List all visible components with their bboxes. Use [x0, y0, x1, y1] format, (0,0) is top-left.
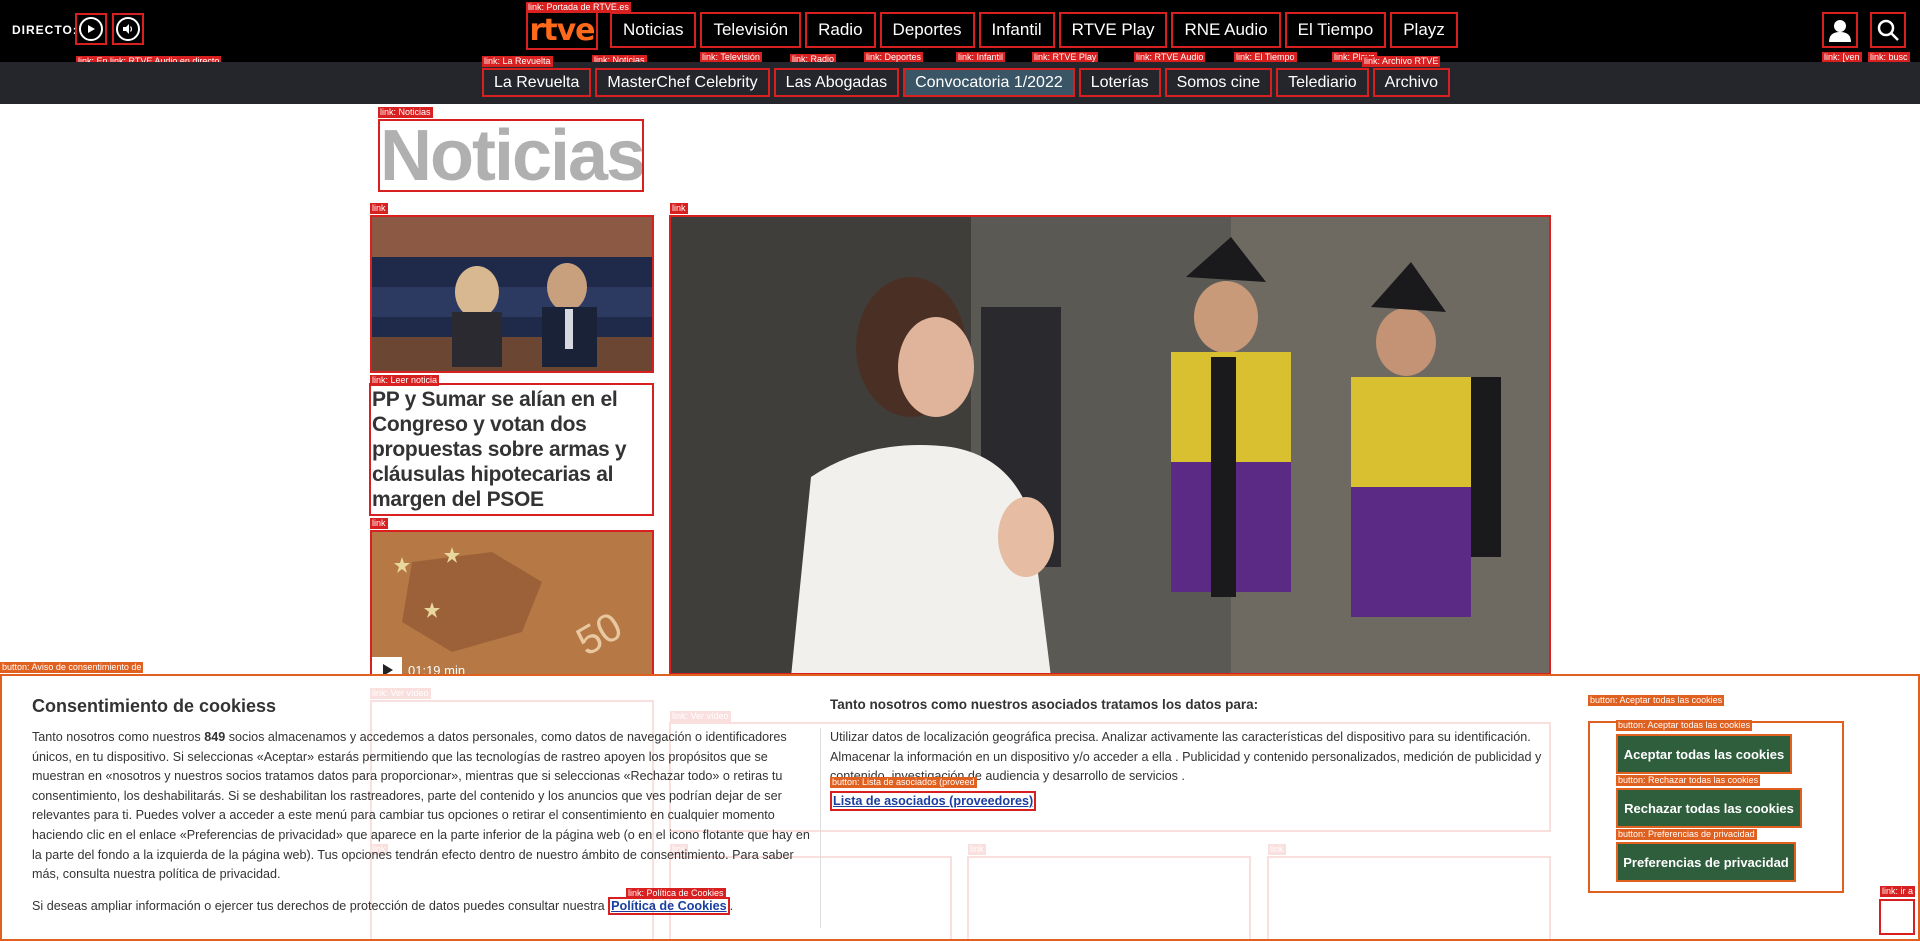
- cookie-policy-link[interactable]: Política de Cookies: [608, 897, 730, 915]
- rtve-logo[interactable]: rtve: [526, 10, 598, 50]
- subnav-item-masterchef[interactable]: MasterChef Celebrity: [595, 68, 770, 97]
- vendors-list-button[interactable]: Lista de asociados (proveedores): [830, 791, 1037, 811]
- cookie-purpose-text: Utilizar datos de localización geográfic…: [830, 730, 1542, 784]
- card1-image[interactable]: [370, 215, 654, 373]
- card2-image[interactable]: 50: [370, 530, 654, 676]
- cookie-intro-after: socios almacenamos y accedemos a datos p…: [32, 730, 810, 882]
- card1-tag: link: [370, 203, 388, 214]
- parliament-photo: [372, 217, 652, 371]
- subnav-item-telediario[interactable]: Telediario: [1276, 68, 1369, 97]
- hero-tag: link: [670, 203, 688, 214]
- user-button[interactable]: [1822, 12, 1858, 48]
- cookie-title: Consentimiento de cookiess: [32, 696, 277, 716]
- nav-item-rne-audio[interactable]: RNE Audio: [1171, 12, 1281, 48]
- hero-image[interactable]: [669, 215, 1551, 675]
- section-tag: link: Noticias: [378, 107, 433, 118]
- privacy-preferences-button[interactable]: Preferencias de privacidad: [1616, 842, 1796, 882]
- subnav-item-convocatoria[interactable]: Convocatoria 1/2022: [903, 68, 1075, 97]
- nav-item-radio[interactable]: Radio: [805, 12, 876, 48]
- logo-text: rtve: [529, 12, 595, 48]
- cookie-more-info: Si deseas ampliar información o ejercer …: [32, 897, 734, 915]
- nav-item-deportes[interactable]: Deportes: [879, 12, 975, 48]
- back-to-top-button[interactable]: [1879, 899, 1915, 935]
- nav-item-rtve-play[interactable]: RTVE Play: [1058, 12, 1168, 48]
- cookie-purpose-title: Tanto nosotros como nuestros asociados t…: [830, 697, 1259, 712]
- partner-count: 849: [204, 730, 226, 744]
- subnav-item-las-abogadas[interactable]: Las Abogadas: [773, 68, 900, 97]
- user-icon: [1829, 20, 1851, 42]
- nav-item-infantil[interactable]: Infantil: [978, 12, 1055, 48]
- nav-item-noticias[interactable]: Noticias: [610, 12, 697, 48]
- live-play-button[interactable]: [75, 13, 107, 45]
- sub-nav: La Revuelta MasterChef Celebrity Las Abo…: [482, 68, 1450, 97]
- hero-photo: [671, 217, 1549, 673]
- live-audio-button[interactable]: [112, 13, 144, 45]
- directo-label: DIRECTO:: [12, 23, 78, 37]
- cookie-notice-tag: button: Aviso de consentimiento de: [0, 662, 144, 673]
- subnav-item-la-revuelta[interactable]: La Revuelta: [482, 68, 592, 97]
- nav-item-el-tiempo[interactable]: El Tiempo: [1284, 12, 1387, 48]
- speaker-icon: [116, 17, 140, 41]
- cookie-intro-before: Tanto nosotros como nuestros: [32, 730, 205, 744]
- nav-item-playz[interactable]: Playz: [1390, 12, 1458, 48]
- section-title[interactable]: Noticias: [378, 119, 644, 192]
- subnav-item-somos-cine[interactable]: Somos cine: [1164, 68, 1273, 97]
- cookie-divider: [820, 728, 821, 928]
- main-nav: Noticias Televisión Radio Deportes Infan…: [610, 12, 1458, 48]
- subnav-item-loterias[interactable]: Loterías: [1078, 68, 1161, 97]
- reject-all-cookies-button[interactable]: Rechazar todas las cookies: [1616, 788, 1802, 828]
- search-button[interactable]: [1870, 12, 1906, 48]
- nav-item-television[interactable]: Televisión: [700, 12, 802, 48]
- play-icon: [79, 17, 103, 41]
- card1-headline[interactable]: PP y Sumar se alían en el Congreso y vot…: [369, 383, 654, 516]
- euro-banknote-photo: 50: [372, 532, 652, 674]
- subnav-item-archivo[interactable]: Archivo: [1372, 68, 1450, 97]
- card2-tag: link: [370, 518, 388, 529]
- cookie-more-text: Si deseas ampliar información o ejercer …: [32, 899, 609, 913]
- accept-all-cookies-button[interactable]: Aceptar todas las cookies: [1616, 734, 1792, 774]
- cookie-intro-text: Tanto nosotros como nuestros 849 socios …: [32, 728, 810, 885]
- search-icon: [1877, 19, 1899, 41]
